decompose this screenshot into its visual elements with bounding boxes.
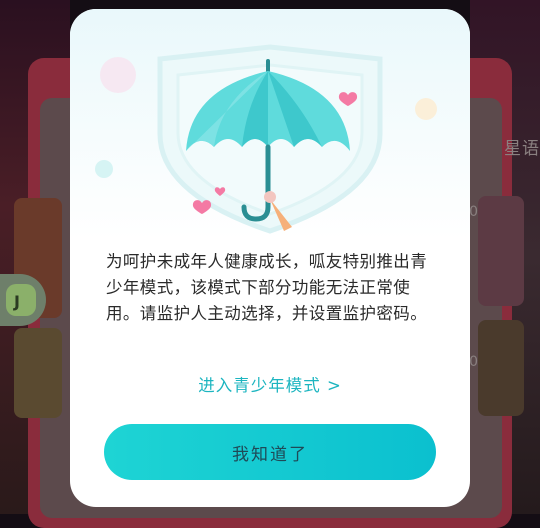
enter-teen-mode-link[interactable]: 进入青少年模式 > <box>70 372 470 396</box>
got-it-button[interactable]: 我知道了 <box>104 424 436 480</box>
bubble-decoration <box>415 98 437 120</box>
bubble-decoration <box>100 57 136 93</box>
avatar-letter: J <box>14 292 20 311</box>
background-number: 0 <box>469 354 478 370</box>
avatar-face <box>6 284 36 316</box>
dialog-message: 为呵护未成年人健康成长，呱友特别推出青少年模式，该模式下部分功能无法正常使用。请… <box>106 252 428 323</box>
background-title-text: 星语 <box>504 139 540 159</box>
bubble-decoration <box>95 160 113 178</box>
background-thumbnail <box>478 196 524 306</box>
background-thumbnail <box>14 328 62 418</box>
illustration <box>95 44 437 234</box>
background-number: 0 <box>469 204 478 220</box>
teen-mode-dialog: 为呵护未成年人健康成长，呱友特别推出青少年模式，该模式下部分功能无法正常使用。请… <box>70 9 470 507</box>
background-thumbnail <box>478 320 524 416</box>
